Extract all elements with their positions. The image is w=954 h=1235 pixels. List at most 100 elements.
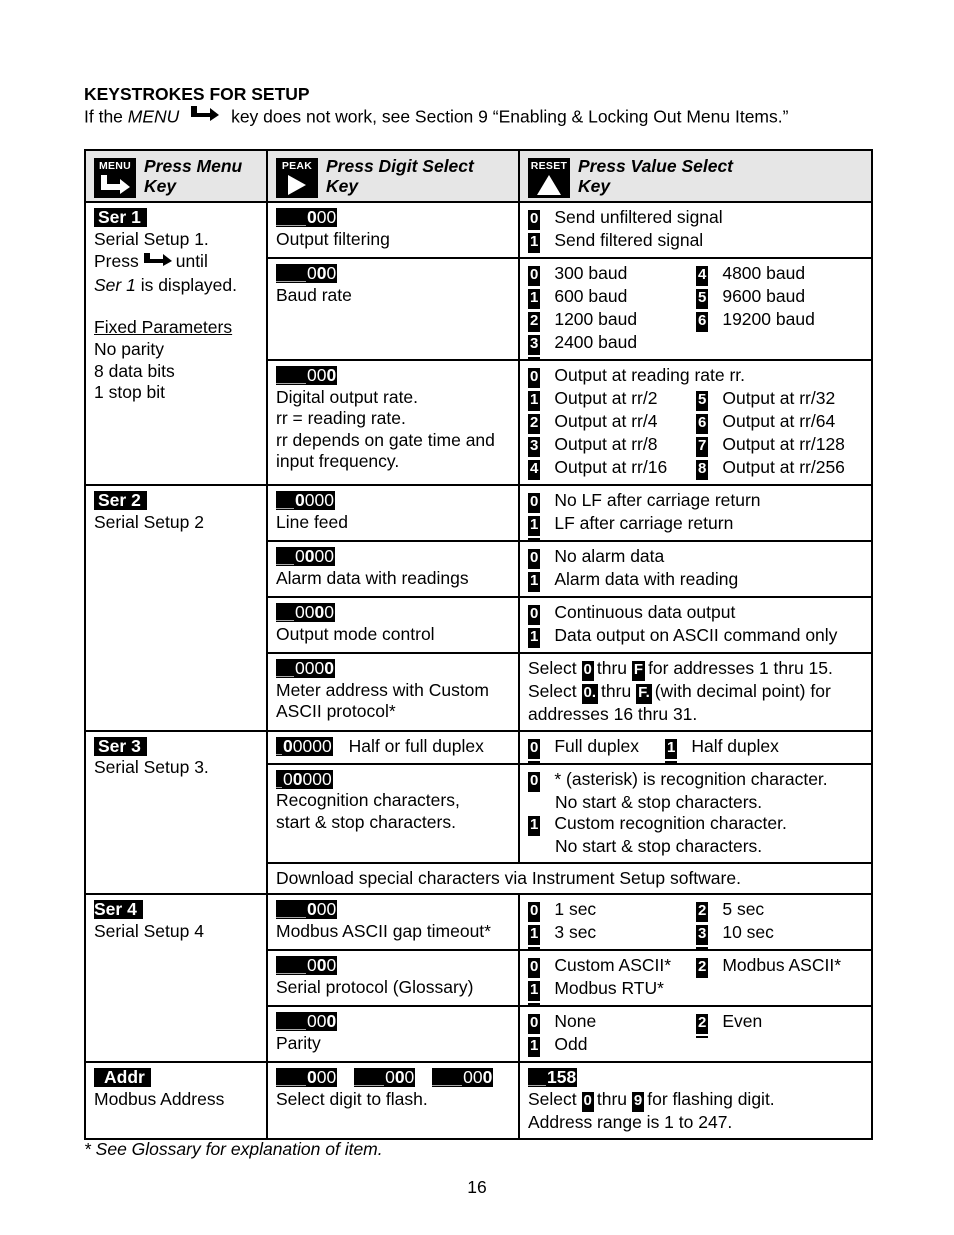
option-item: 6 Output at rr/64 xyxy=(696,411,863,434)
display-readout: 00000 xyxy=(276,768,333,791)
display-readout: 000 xyxy=(432,1067,494,1090)
display-digit: 0 xyxy=(316,899,327,920)
ser4-menu-cell: Ser 4 Serial Setup 4 xyxy=(84,893,268,1064)
display-blank xyxy=(276,1068,306,1087)
display-blank xyxy=(276,737,282,755)
header-digit-title-2: Key xyxy=(326,176,359,196)
display-blank xyxy=(276,491,294,509)
option-item: 1 Output at rr/2 xyxy=(528,388,696,411)
address-value-line-1: Select 0 thru 9 for flashing digit. xyxy=(528,1089,863,1112)
display-digit: 0 xyxy=(307,1067,317,1090)
display-readout: 000 xyxy=(276,207,338,229)
option-item: 5 Output at rr/32 xyxy=(696,388,863,411)
display-digit: 0 xyxy=(394,1067,405,1090)
digit-cell: 000 Baud rate xyxy=(266,257,520,361)
value-cell: 0 Send unfiltered signal 1 Send filtered s… xyxy=(518,201,873,259)
display-digit: 0 xyxy=(472,1067,483,1088)
display-digit: 8 xyxy=(566,1067,577,1088)
display-digit: 0 xyxy=(316,263,327,285)
display-digit: 0 xyxy=(295,602,305,622)
display-digit: 0 xyxy=(321,768,332,789)
address-value-display: 158 xyxy=(528,1067,578,1088)
option-item: 0 * (asterisk) is recognition character. xyxy=(528,769,863,792)
display-digit: 0 xyxy=(316,365,327,385)
display-digit: 0 xyxy=(326,207,337,227)
display-digit: 0 xyxy=(314,658,325,678)
display-digit: 0 xyxy=(283,768,293,789)
display-digit: 0 xyxy=(463,1067,473,1088)
menu-arrow-icon xyxy=(190,105,220,127)
display-blank xyxy=(354,1068,385,1087)
display-digit: 0 xyxy=(307,1011,317,1032)
header-value-title-2: Key xyxy=(578,176,611,196)
display-blank xyxy=(276,770,282,788)
address-select-line-1: Select 0 thru Ffor addresses 1 thru 15. xyxy=(528,658,863,681)
digit-cell: 00000 Half or full duplex xyxy=(266,729,520,765)
display-blank xyxy=(276,547,294,565)
peak-key-icon: PEAK xyxy=(276,158,318,198)
intro-suffix: key does not work, see Section 9 “Enabli… xyxy=(231,106,789,127)
display-blank xyxy=(276,603,294,621)
digit-label: start & stop characters. xyxy=(276,811,456,832)
display-digit: 0 xyxy=(314,546,325,566)
option-item: 0 Full duplex 1 Half duplex xyxy=(528,736,863,759)
digit-label: rr = reading rate. xyxy=(276,408,406,429)
digit-label: Line feed xyxy=(276,511,349,532)
footnote: * See Glossary for explanation of item. xyxy=(84,1139,383,1159)
value-cell: Select 0 thru Ffor addresses 1 thru 15. S… xyxy=(518,652,873,732)
display-digit: 5 xyxy=(556,1067,567,1088)
digit-cell: 000 Parity xyxy=(266,1005,520,1064)
option-item: 2 1200 baud xyxy=(528,309,696,332)
display-blank xyxy=(276,264,306,282)
display-readout: 000 xyxy=(276,899,338,922)
value-cell: 158 Select 0 thru 9 for flashing digit. Ad… xyxy=(518,1061,873,1140)
display-digit: 0 xyxy=(326,899,337,920)
table-row: Ser 2 Serial Setup 2 0000 Line feed 0 No … xyxy=(84,484,873,732)
display-digit: 0 xyxy=(312,735,322,756)
option-item: 2 Even xyxy=(696,1011,863,1035)
page-heading: KEYSTROKES FOR SETUP xyxy=(84,84,310,104)
value-cell: 0 No LF after carriage return 1 LF after c… xyxy=(518,484,873,542)
page-number: 16 xyxy=(467,1177,487,1197)
display-digit: 0 xyxy=(326,263,337,283)
option-item: 1 Send filtered signal xyxy=(528,230,863,253)
display-digit: 0 xyxy=(283,735,293,758)
display-readout: 0000 xyxy=(276,602,335,624)
display-readout: 000 xyxy=(276,1011,338,1034)
display-readout: 000 xyxy=(354,1067,416,1090)
option-item: 1 LF after carriage return xyxy=(528,513,863,536)
menu-arrow-icon xyxy=(143,250,173,272)
option-item: 1 Data output on ASCII command only xyxy=(528,625,863,648)
digit-cell: 000 000 000 Select digit to flash. xyxy=(266,1061,520,1140)
option-item: 0 Custom ASCII* xyxy=(528,955,696,979)
option-item: 8 Output at rr/256 xyxy=(696,457,863,480)
ser1-menu-cell: Ser 1 Serial Setup 1. Press until Ser 1 i… xyxy=(84,201,268,486)
table-row: Ser 1 Serial Setup 1. Press until Ser 1 i… xyxy=(84,201,873,486)
display-blank xyxy=(276,208,306,226)
display-digit: 0 xyxy=(307,365,317,385)
ser1-tag: Ser 1 xyxy=(94,208,147,227)
option-item-continued: No start & stop characters. xyxy=(555,836,763,857)
display-digit: 0 xyxy=(316,955,327,978)
display-digit: 0 xyxy=(292,768,303,791)
table-header-row: MENU Press Menu Key PEAK Press Digit Sele… xyxy=(84,149,873,203)
intro-text: If the MENU key does not work, see Secti… xyxy=(84,105,788,131)
digit-cell: 0000 Alarm data with readings xyxy=(266,540,520,598)
display-digit: 0 xyxy=(326,955,337,976)
addr-menu-cell: Addr Modbus Address xyxy=(84,1061,268,1140)
display-digit: 0 xyxy=(326,1011,337,1034)
option-item: 4 Output at rr/16 xyxy=(528,457,696,480)
digit-label: Output mode control xyxy=(276,623,435,644)
display-blank xyxy=(528,1068,546,1087)
display-digit: 0 xyxy=(304,546,315,568)
option-item: 0 No alarm data xyxy=(528,546,863,569)
address-select-line-3: addresses 16 thru 31. xyxy=(528,704,698,724)
option-item: 4 4800 baud xyxy=(696,263,863,286)
display-blank xyxy=(276,366,306,384)
option-item: 7 Output at rr/128 xyxy=(696,434,863,457)
display-digit: 0 xyxy=(326,365,337,387)
fixed-parameter: No parity xyxy=(94,338,165,359)
value-code: 0 xyxy=(528,210,541,230)
address-select-line-2: Select 0. thru F. (with decimal point) for xyxy=(528,681,863,704)
display-readout: 000 xyxy=(276,365,338,387)
